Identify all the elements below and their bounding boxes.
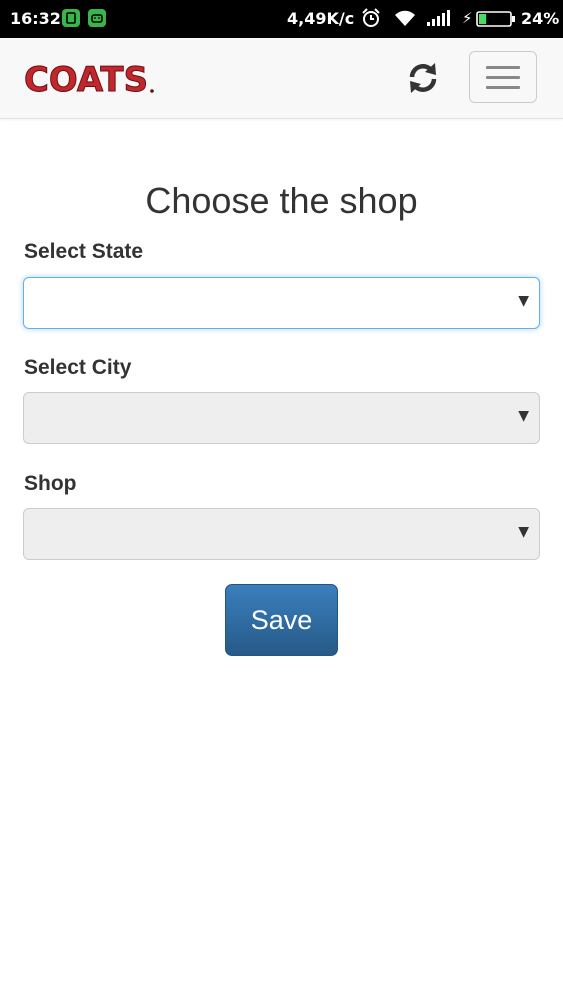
status-time: 16:32 xyxy=(10,9,61,28)
android-app-icon xyxy=(88,9,106,27)
city-label: Select City xyxy=(24,356,132,379)
chevron-down-icon: ▼ xyxy=(518,408,529,424)
app-navbar: COATS xyxy=(0,38,563,119)
shop-select[interactable]: ▼ xyxy=(23,508,540,560)
hamburger-menu-button[interactable] xyxy=(469,51,537,103)
save-button[interactable]: Save xyxy=(225,584,338,656)
status-bar: 16:32 4,49K/c ⚡ 24% xyxy=(0,0,563,38)
svg-text:COATS: COATS xyxy=(24,60,148,96)
wifi-icon xyxy=(392,8,418,32)
state-select[interactable]: ▼ xyxy=(23,277,540,329)
shop-label: Shop xyxy=(24,472,77,495)
state-label: Select State xyxy=(24,240,144,263)
battery-percent: 24% xyxy=(521,9,560,28)
battery-icon xyxy=(476,11,516,31)
chevron-down-icon: ▼ xyxy=(518,524,529,540)
network-speed: 4,49K/c xyxy=(287,9,355,28)
signal-icon xyxy=(426,9,452,31)
coats-logo[interactable]: COATS xyxy=(24,60,156,101)
refresh-icon[interactable] xyxy=(405,60,441,96)
alarm-icon xyxy=(360,7,382,33)
chevron-down-icon: ▼ xyxy=(518,293,529,309)
hamburger-menu-icon xyxy=(486,66,520,69)
page-title: Choose the shop xyxy=(145,180,418,221)
city-select[interactable]: ▼ xyxy=(23,392,540,444)
hamburger-bar xyxy=(486,86,520,89)
hamburger-bar xyxy=(486,76,520,79)
charging-icon: ⚡ xyxy=(462,9,473,27)
notification-app-icon xyxy=(62,9,80,27)
